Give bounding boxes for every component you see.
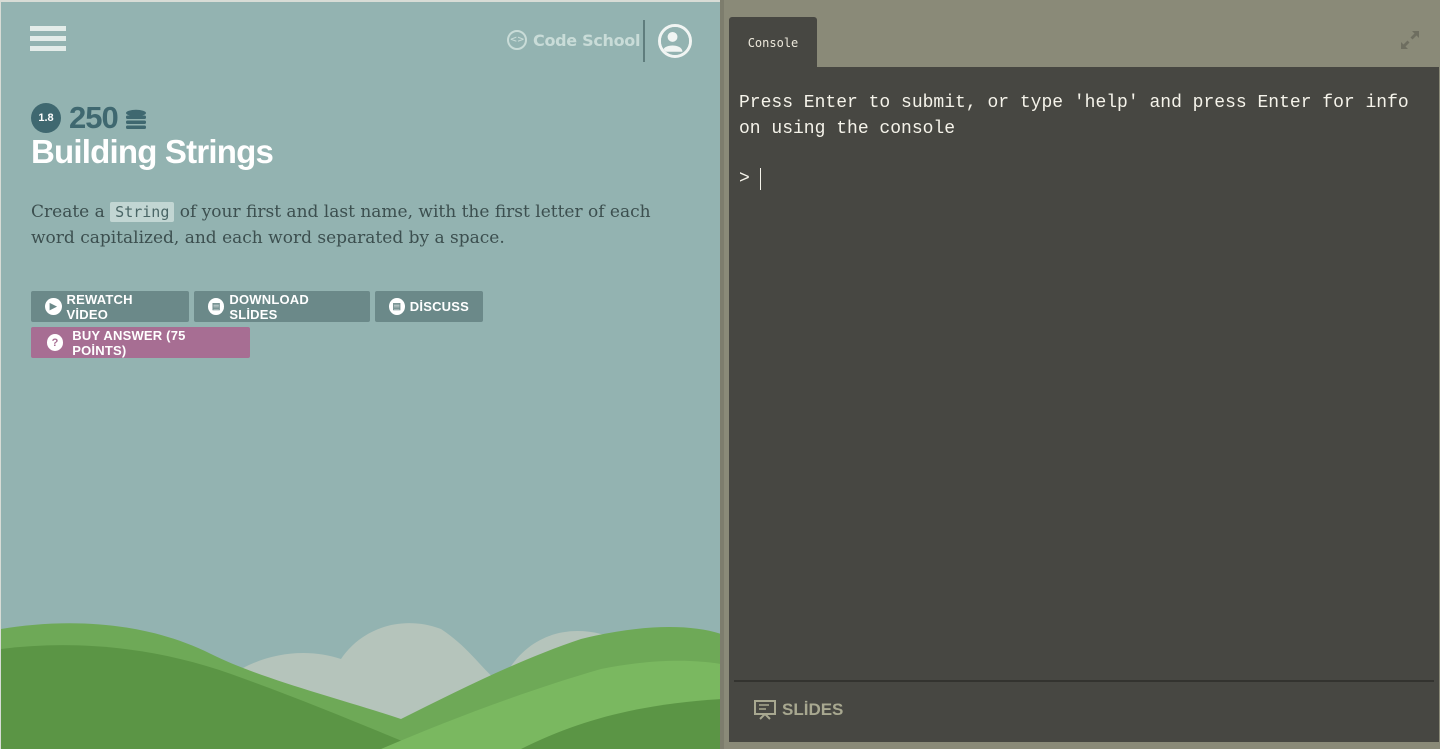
console-footer-divider xyxy=(734,680,1434,682)
buy-answer-button[interactable]: ? BUY ANSWER (75 POİNTS) xyxy=(31,327,250,358)
menu-icon[interactable] xyxy=(30,26,66,58)
chat-icon: ▤ xyxy=(389,298,405,315)
tab-console[interactable]: Console xyxy=(729,17,817,68)
code-snippet: String xyxy=(110,202,175,222)
console-prompt: > xyxy=(739,169,750,189)
instructions-text: Create a xyxy=(31,202,111,222)
discuss-button[interactable]: ▤ DİSCUSS xyxy=(375,291,483,322)
download-slides-button[interactable]: ▤ DOWNLOAD SLİDES xyxy=(194,291,370,322)
console-message: Press Enter to submit, or type 'help' an… xyxy=(739,93,1409,139)
presentation-icon xyxy=(754,700,776,720)
user-avatar-icon[interactable] xyxy=(658,24,692,58)
buy-answer-label: BUY ANSWER (75 POİNTS) xyxy=(72,327,186,358)
play-icon: ▶ xyxy=(45,298,62,315)
challenge-title: Building Strings xyxy=(31,133,274,170)
challenge-panel: <> Code School 1.8 250 Building Strings … xyxy=(0,0,720,749)
hills-illustration xyxy=(1,623,720,749)
slides-toggle-button[interactable]: SLİDES xyxy=(754,700,843,720)
console-panel: Console Press Enter to submit, or type '… xyxy=(720,0,1440,749)
header-divider xyxy=(643,20,645,62)
brand-name: Code School xyxy=(533,30,641,50)
slides-icon: ▤ xyxy=(208,298,225,315)
points-value: 250 xyxy=(69,100,119,135)
code-school-logo-icon: <> xyxy=(507,30,527,50)
console-output[interactable]: Press Enter to submit, or type 'help' an… xyxy=(729,67,1439,742)
level-badge: 1.8 xyxy=(31,103,61,133)
download-slides-label: DOWNLOAD SLİDES xyxy=(229,291,309,322)
challenge-meta: 1.8 250 xyxy=(31,100,148,136)
coins-icon xyxy=(125,109,146,129)
slides-label: SLİDES xyxy=(782,700,844,719)
question-icon: ? xyxy=(47,334,64,351)
rewatch-video-label: REWATCH VİDEO xyxy=(66,291,133,322)
challenge-instructions: Create a String of your first and last n… xyxy=(31,199,671,251)
rewatch-video-button[interactable]: ▶ REWATCH VİDEO xyxy=(31,291,189,322)
console-input[interactable]: > xyxy=(739,168,761,190)
brand-link[interactable]: <> Code School xyxy=(507,28,640,52)
text-cursor xyxy=(759,168,761,190)
expand-icon[interactable] xyxy=(1398,28,1422,52)
discuss-label: DİSCUSS xyxy=(409,299,469,314)
